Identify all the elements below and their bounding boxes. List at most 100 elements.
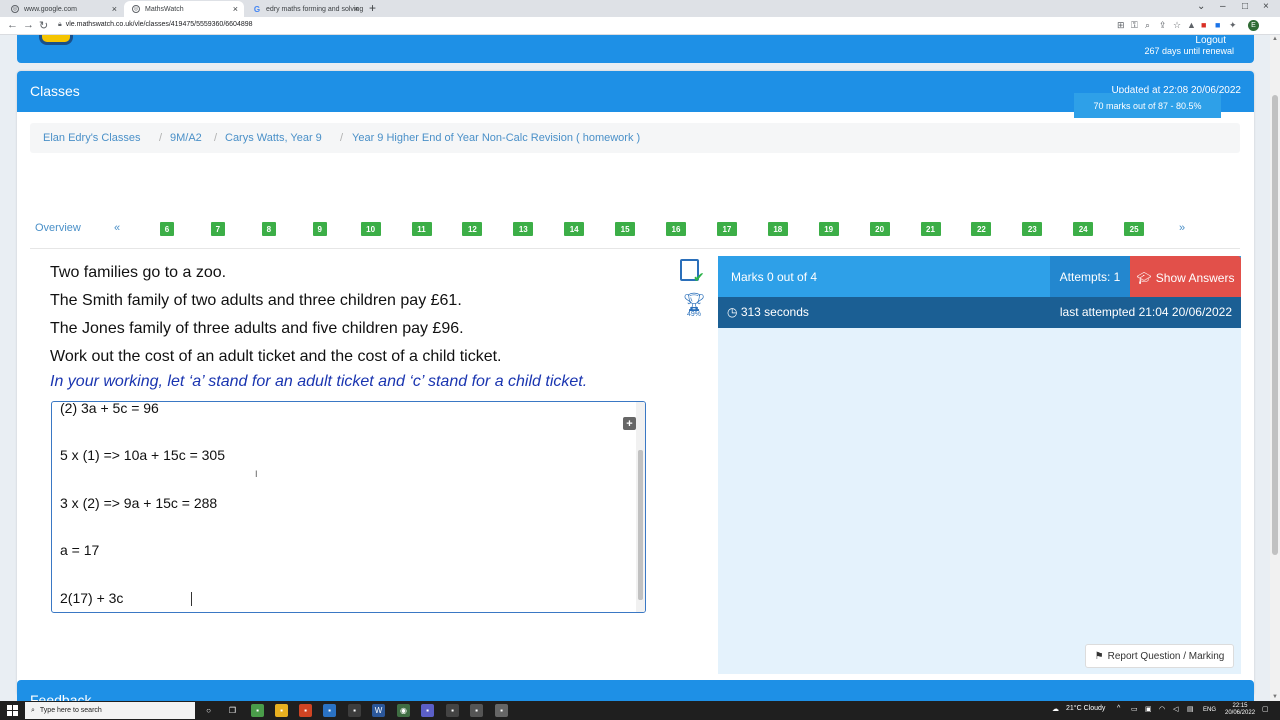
question-number-button[interactable]: 24 [1073, 222, 1094, 236]
forward-icon[interactable]: → [23, 19, 34, 31]
check-icon: ✔ [693, 269, 705, 285]
taskbar-clock[interactable]: 22:15 20/06/2022 [1225, 703, 1255, 717]
taskbar-app-icon[interactable]: ▪ [275, 704, 288, 717]
taskbar-chrome-icon[interactable]: ◉ [397, 704, 410, 717]
trophy-icon[interactable]: 🏆︎ [680, 293, 708, 311]
tray-wifi-icon[interactable]: ◠ [1159, 705, 1165, 713]
zoom-icon[interactable]: ⌕ [1145, 20, 1150, 31]
cortana-icon[interactable]: ○ [202, 704, 215, 717]
close-tab-icon[interactable]: × [112, 4, 117, 14]
extensions-puzzle-icon[interactable]: ✦ [1229, 20, 1237, 31]
windows-start-icon[interactable] [7, 705, 18, 716]
weather-text[interactable]: 21°C Cloudy [1066, 705, 1105, 712]
taskbar-app-icon[interactable]: ▪ [299, 704, 312, 717]
new-tab-button[interactable]: + [369, 1, 376, 15]
minimize-icon[interactable]: – [1220, 1, 1226, 12]
question-number-button[interactable]: 23 [1022, 222, 1043, 236]
tray-network-icon[interactable]: ▭ [1131, 705, 1138, 713]
taskbar-app-icon[interactable]: ▪ [251, 704, 264, 717]
taskbar-app-icon[interactable]: ▪ [495, 704, 508, 717]
breadcrumb-student[interactable]: Carys Watts, Year 9 [225, 132, 322, 144]
question-number-button[interactable]: 10 [360, 222, 381, 236]
scroll-down-icon[interactable]: ▼ [1272, 694, 1278, 700]
report-label: Report Question / Marking [1107, 650, 1225, 662]
key-icon[interactable]: ⚿ [1131, 20, 1138, 31]
question-number-button[interactable]: 21 [920, 222, 941, 236]
taskbar-app-icon[interactable]: ▪ [446, 704, 459, 717]
question-number-button[interactable]: 13 [513, 222, 534, 236]
taskbar-word-icon[interactable]: W [372, 704, 385, 717]
next-questions-link[interactable]: » [1179, 222, 1185, 234]
browser-tab-google[interactable]: ◎ www.google.com × [3, 1, 123, 17]
google-icon: G [253, 4, 261, 14]
breadcrumb-class[interactable]: 9M/A2 [170, 132, 202, 144]
tray-chevron-icon[interactable]: ^ [1117, 705, 1120, 712]
report-question-button[interactable]: ⚑ Report Question / Marking [1085, 644, 1234, 668]
prev-questions-link[interactable]: « [114, 222, 120, 234]
question-number-button[interactable]: 9 [312, 222, 327, 236]
task-view-icon[interactable]: ❐ [226, 704, 239, 717]
question-number-button[interactable]: 8 [261, 222, 276, 236]
page-scroll-thumb[interactable] [1272, 95, 1278, 555]
breadcrumb-separator: / [340, 132, 344, 144]
taskbar-app-icon[interactable]: ▪ [323, 704, 336, 717]
browser-tab-mathswatch[interactable]: ◎ MathsWatch × [124, 1, 244, 17]
trophy-percent: 49% [686, 311, 701, 318]
editor-scrollbar[interactable] [636, 402, 645, 612]
calculator-icon[interactable]: ✔ [680, 259, 705, 285]
expand-plus-icon[interactable]: + [623, 417, 636, 430]
tray-app-icon[interactable]: ▤ [1187, 705, 1194, 713]
taskbar-search-input[interactable]: ⌕ Type here to search [25, 702, 195, 719]
reload-icon[interactable]: ↻ [39, 19, 48, 32]
extension-red-icon[interactable]: ■ [1201, 20, 1206, 30]
editor-scroll-thumb[interactable] [638, 450, 643, 600]
breadcrumb-classes[interactable]: Elan Edry's Classes [43, 132, 140, 144]
scroll-up-icon[interactable]: ▲ [1272, 36, 1278, 42]
maximize-icon[interactable]: □ [1242, 1, 1248, 12]
bookmark-star-icon[interactable]: ☆ [1173, 20, 1181, 31]
question-number-button[interactable]: 14 [564, 222, 585, 236]
taskbar-app-icon[interactable]: ▪ [421, 704, 434, 717]
install-icon[interactable]: ⊞ [1117, 20, 1125, 31]
question-number-button[interactable]: 20 [869, 222, 890, 236]
question-line: The Smith family of two adults and three… [50, 292, 462, 309]
taskbar-app-icon[interactable]: ▪ [348, 704, 361, 717]
url-field[interactable]: 🔒︎ vle.mathswatch.co.uk/vle/classes/41947… [58, 21, 253, 29]
extension-blue-icon[interactable]: ■ [1215, 20, 1220, 30]
extension-drive-icon[interactable]: ▲ [1187, 20, 1196, 30]
question-number-button[interactable]: 25 [1124, 222, 1145, 236]
question-number-button[interactable]: 7 [210, 222, 225, 236]
question-number-button[interactable]: 19 [818, 222, 839, 236]
overview-link[interactable]: Overview [35, 222, 81, 234]
question-number-button[interactable]: 11 [411, 222, 432, 236]
share-icon[interactable]: ⇪ [1159, 20, 1167, 31]
close-tab-icon[interactable]: × [354, 4, 359, 14]
show-answers-button[interactable]: 🎓︎ Show Answers [1130, 256, 1241, 299]
question-number-button[interactable]: 17 [716, 222, 737, 236]
tab-search-icon[interactable]: ⌄ [1197, 1, 1205, 12]
question-number-button[interactable]: 18 [767, 222, 788, 236]
working-textarea[interactable]: (2) 3a + 5c = 96 5 x (1) => 10a + 15c = … [51, 401, 646, 613]
notifications-icon[interactable]: ▢ [1262, 705, 1269, 713]
question-number-button[interactable]: 16 [666, 222, 686, 236]
browser-tab-search[interactable]: G edry maths forming and solving × [245, 1, 365, 17]
tray-folder-icon[interactable]: ▣ [1145, 705, 1152, 713]
close-window-icon[interactable]: × [1263, 1, 1269, 12]
breadcrumb-separator: / [159, 132, 163, 144]
weather-cloud-icon[interactable]: ☁ [1052, 705, 1059, 713]
taskbar-app-icon[interactable]: ▪ [470, 704, 483, 717]
mouse-cursor-ibeam: I [255, 469, 258, 479]
tray-volume-icon[interactable]: ◁ [1173, 705, 1178, 713]
close-tab-icon[interactable]: × [233, 4, 238, 14]
logout-link[interactable]: Logout [1195, 35, 1226, 46]
site-header: Logout 267 days until renewal [17, 35, 1254, 63]
back-icon[interactable]: ← [7, 19, 18, 31]
breadcrumb-assignment[interactable]: Year 9 Higher End of Year Non-Calc Revis… [352, 132, 640, 144]
question-number-button[interactable]: 15 [615, 222, 636, 236]
question-number-button[interactable]: 22 [971, 222, 992, 236]
question-number-button[interactable]: 6 [160, 222, 174, 236]
language-indicator[interactable]: ENG [1203, 707, 1216, 713]
question-number-button[interactable]: 12 [462, 222, 483, 236]
page-scrollbar[interactable]: ▲ ▼ [1270, 35, 1280, 701]
profile-avatar[interactable]: E [1248, 20, 1259, 31]
